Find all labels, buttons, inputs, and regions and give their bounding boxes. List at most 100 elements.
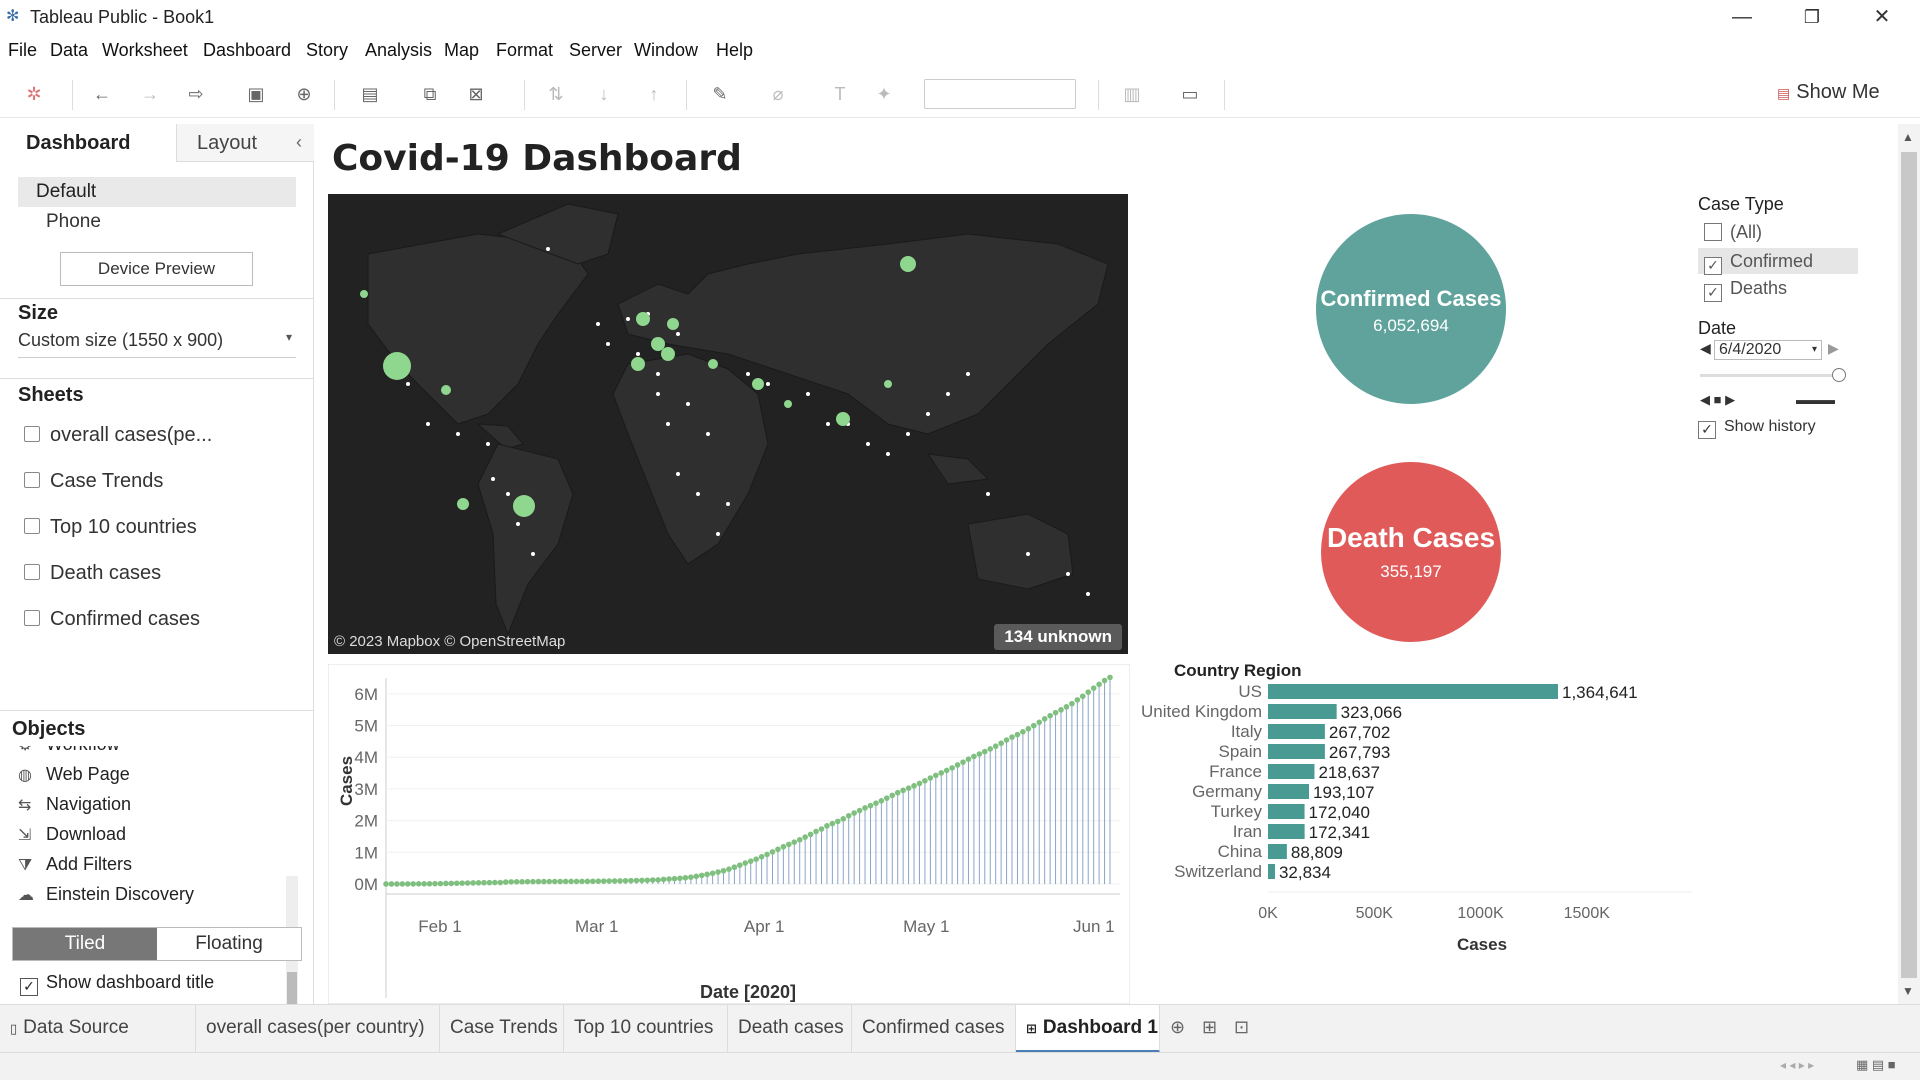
tab-sheet[interactable]: Death cases — [728, 1005, 852, 1053]
menu-format[interactable]: Format — [496, 40, 553, 61]
data-point — [611, 878, 618, 884]
object-item[interactable]: ⧩ Add Filters — [18, 854, 132, 875]
data-point — [731, 864, 738, 871]
new-worksheet-tab-icon[interactable]: ⊕ — [1170, 1017, 1185, 1038]
swap-icon[interactable]: ⇅ — [544, 82, 568, 106]
menu-data[interactable]: Data — [50, 40, 88, 61]
data-point — [693, 873, 700, 880]
size-dropdown[interactable]: Custom size (1550 x 900) ▾ — [18, 330, 296, 358]
tab-sheet[interactable]: overall cases(per country) — [196, 1005, 440, 1053]
dashboard-icon: ⊞ — [1026, 1021, 1037, 1036]
object-item[interactable]: ⇆ Navigation — [18, 794, 131, 815]
data-point — [851, 810, 857, 816]
new-worksheet-icon[interactable]: ▤ — [358, 82, 382, 106]
duplicate-icon[interactable]: ⧉ — [418, 82, 442, 106]
cards-icon[interactable]: ▥ — [1120, 82, 1144, 106]
death-cases-circle[interactable]: Death Cases 355,197 — [1321, 462, 1501, 642]
view-mode-icon[interactable]: ▦ ▤ ■ — [1856, 1057, 1896, 1073]
clear-sheet-icon[interactable]: ⊠ — [464, 82, 488, 106]
show-me-button[interactable]: ▤ Show Me — [1777, 81, 1880, 104]
show-title-checkbox[interactable]: ✓ Show dashboard title — [20, 972, 214, 996]
restore-button[interactable]: ❐ — [1792, 4, 1832, 30]
group-icon[interactable]: ⌀ — [766, 82, 790, 106]
tab-sheet[interactable]: Confirmed cases — [852, 1005, 1016, 1053]
object-item[interactable]: ⇲ Download — [18, 824, 126, 845]
tab-navigation-icon[interactable]: ◂ ◂ ▸ ▸ — [1780, 1058, 1814, 1072]
tab-sheet[interactable]: Case Trends — [440, 1005, 564, 1053]
menu-help[interactable]: Help — [716, 40, 753, 61]
sheet-item[interactable]: overall cases(pe... — [24, 424, 212, 454]
new-story-tab-icon[interactable]: ⊡ — [1234, 1017, 1249, 1038]
playback-speed-icon[interactable]: ▬▬▬ — [1796, 392, 1835, 407]
tiled-button[interactable]: Tiled — [13, 928, 157, 960]
scroll-up-icon[interactable]: ▲ — [1902, 130, 1914, 144]
top-countries-chart[interactable]: Country Region US 1,364,641 United Kingdom 3… — [1142, 656, 1702, 956]
device-preview-button[interactable]: Device Preview — [60, 252, 253, 286]
menu-window[interactable]: Window — [634, 40, 698, 61]
device-phone[interactable]: Phone — [46, 211, 101, 233]
menu-file[interactable]: File — [8, 40, 37, 61]
object-item[interactable]: ☁ Einstein Discovery — [18, 884, 194, 905]
sheet-item[interactable]: Death cases — [24, 562, 161, 592]
date-dropdown[interactable]: 6/4/2020 ▾ — [1714, 340, 1822, 360]
playback-controls-icon[interactable]: ◀ ■ ▶ — [1700, 392, 1735, 408]
menu-map[interactable]: Map — [444, 40, 479, 61]
data-point — [726, 866, 732, 872]
tab-dashboard-1[interactable]: ⊞ Dashboard 1 — [1016, 1005, 1160, 1053]
fit-dropdown[interactable] — [924, 79, 1076, 109]
sheet-item[interactable]: Case Trends — [24, 470, 163, 500]
scroll-down-icon[interactable]: ▼ — [1902, 984, 1914, 998]
sheet-item[interactable]: Top 10 countries — [24, 516, 197, 546]
unknown-badge[interactable]: 134 unknown — [994, 624, 1122, 650]
menu-story[interactable]: Story — [306, 40, 348, 61]
case-trends-chart[interactable]: 0M 1M 2M 3M 4M 5M 6M Feb 1 Mar 1 Apr 1 May 1 Jun 1 C… — [328, 664, 1130, 1004]
redo-icon[interactable]: → — [138, 82, 162, 106]
date-slider[interactable] — [1700, 374, 1840, 377]
replay-icon[interactable]: ⇨ — [184, 82, 208, 106]
confirmed-cases-circle[interactable]: Confirmed Cases 6,052,694 — [1316, 214, 1506, 404]
show-history-checkbox[interactable]: ✓ Show history — [1698, 418, 1816, 439]
case-type-all[interactable]: (All) — [1698, 222, 1858, 244]
close-button[interactable]: ✕ — [1862, 4, 1902, 30]
vertical-scrollbar[interactable]: ▲ ▼ — [1898, 124, 1920, 1004]
scrollbar-thumb[interactable] — [1901, 152, 1917, 978]
sheet-icon — [24, 426, 40, 442]
tab-layout[interactable]: Layout — [176, 124, 314, 162]
sort-ascending-icon[interactable]: ↓ — [592, 82, 616, 106]
case-type-confirmed[interactable]: ✓ Confirmed — [1698, 248, 1858, 275]
bar-value-label: 1,364,641 — [1562, 683, 1638, 702]
data-point — [546, 878, 553, 885]
minimize-button[interactable]: — — [1722, 4, 1762, 30]
save-icon[interactable]: ▣ — [244, 82, 268, 106]
tab-sheet[interactable]: Top 10 countries — [564, 1005, 728, 1053]
new-dashboard-tab-icon[interactable]: ⊞ — [1202, 1017, 1217, 1038]
sort-descending-icon[interactable]: ↑ — [642, 82, 666, 106]
presentation-icon[interactable]: ▭ — [1178, 82, 1202, 106]
world-map[interactable]: © 2023 Mapbox © OpenStreetMap 134 unknow… — [328, 194, 1128, 654]
date-slider-handle[interactable] — [1832, 368, 1846, 382]
menu-dashboard[interactable]: Dashboard — [203, 40, 291, 61]
menu-server[interactable]: Server — [569, 40, 622, 61]
object-item[interactable]: ⚙ Workflow — [18, 746, 120, 755]
tableau-icon[interactable]: ✲ — [22, 82, 46, 106]
sheet-item[interactable]: Confirmed cases — [24, 608, 200, 638]
tab-dashboard[interactable]: Dashboard — [0, 124, 176, 162]
undo-icon[interactable]: ← — [90, 82, 114, 106]
toolbar-separator — [1224, 80, 1225, 110]
date-next-icon[interactable]: ▶ — [1828, 340, 1839, 357]
menu-analysis[interactable]: Analysis — [365, 40, 432, 61]
data-point — [824, 823, 830, 829]
floating-button[interactable]: Floating — [157, 928, 301, 960]
collapse-panel-icon[interactable]: ‹ — [296, 132, 302, 153]
menu-worksheet[interactable]: Worksheet — [102, 40, 188, 61]
pin-icon[interactable]: ✦ — [872, 82, 896, 106]
tab-data-source[interactable]: ▯ Data Source — [0, 1005, 196, 1053]
object-item[interactable]: ◍ Web Page — [18, 764, 130, 785]
device-default[interactable]: Default — [18, 177, 296, 207]
date-prev-icon[interactable]: ◀ — [1700, 340, 1711, 357]
highlight-icon[interactable]: ✎ — [708, 82, 732, 106]
new-datasource-icon[interactable]: ⊕ — [292, 82, 316, 106]
case-type-deaths[interactable]: ✓ Deaths — [1698, 278, 1858, 302]
labels-icon[interactable]: T — [828, 82, 852, 106]
data-point — [884, 795, 890, 801]
